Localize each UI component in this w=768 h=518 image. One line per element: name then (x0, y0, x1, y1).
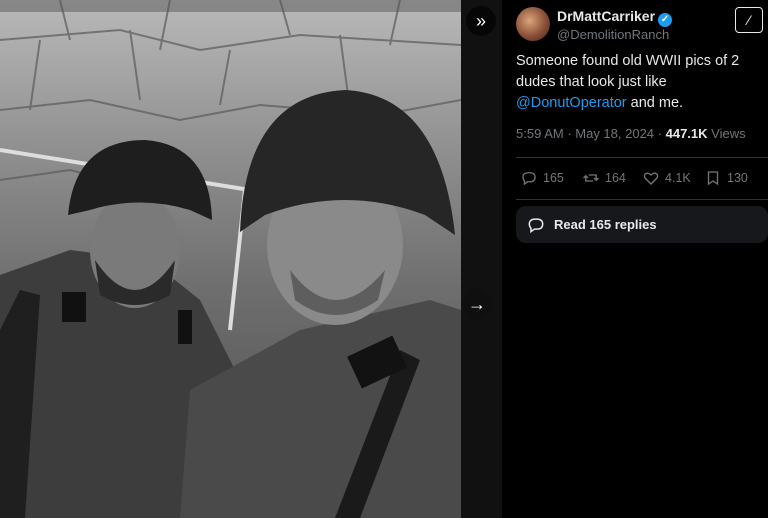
author-display-name[interactable]: DrMattCarriker ✓ (557, 8, 673, 27)
tweet-date[interactable]: May 18, 2024 (575, 126, 654, 141)
repost-icon (583, 174, 599, 182)
read-replies-label: Read 165 replies (554, 217, 657, 232)
divider (516, 157, 768, 158)
collapse-panel-button[interactable]: » (466, 6, 496, 36)
divider (516, 199, 768, 200)
like-count: 4.1K (665, 171, 691, 185)
repost-count: 164 (605, 171, 626, 185)
media-side-strip (461, 0, 502, 518)
author-handle[interactable]: @DemolitionRanch (557, 27, 669, 42)
tweet-text-end: and me. (626, 95, 684, 111)
views-count: 447.1K (665, 126, 708, 141)
repost-button[interactable]: 164 (582, 169, 626, 187)
read-replies-button[interactable]: Read 165 replies (516, 206, 768, 243)
next-media-button[interactable]: → (462, 289, 492, 319)
bookmark-button[interactable]: 130 (704, 169, 748, 187)
bookmark-count: 130 (727, 171, 748, 185)
reply-bubble-icon (528, 217, 544, 233)
tweet-metadata: 5:59 AM · May 18, 2024 · 447.1K Views (516, 126, 746, 141)
reply-count: 165 (543, 171, 564, 185)
mention-link[interactable]: @DonutOperator (516, 95, 627, 111)
views-label: Views (711, 126, 746, 141)
verified-badge-icon: ✓ (658, 13, 673, 27)
soldiers-photo-illustration (0, 0, 461, 518)
author-name-text[interactable]: DrMattCarriker (557, 8, 655, 24)
heart-icon (643, 172, 659, 185)
tweet-text-body: Someone found old WWII pics of 2 dudes t… (516, 53, 740, 90)
bookmark-icon (707, 171, 719, 186)
avatar[interactable] (516, 7, 550, 41)
grok-icon: ⁄ (747, 12, 751, 28)
tweet-time[interactable]: 5:59 AM (516, 126, 564, 141)
reply-button[interactable]: 165 (520, 169, 564, 187)
arrow-right-icon: → (468, 293, 486, 314)
tweet-text: Someone found old WWII pics of 2 dudes t… (516, 51, 761, 114)
tweet-photo[interactable] (0, 0, 461, 518)
action-bar: 165 164 4.1K 130 (520, 169, 768, 189)
double-chevron-right-icon: » (475, 10, 486, 31)
like-button[interactable]: 4.1K (642, 169, 691, 187)
reply-icon (522, 172, 536, 186)
tweet-panel: DrMattCarriker ✓ @DemolitionRanch ⁄ Someo… (502, 0, 768, 518)
grok-button[interactable]: ⁄ (735, 7, 763, 33)
